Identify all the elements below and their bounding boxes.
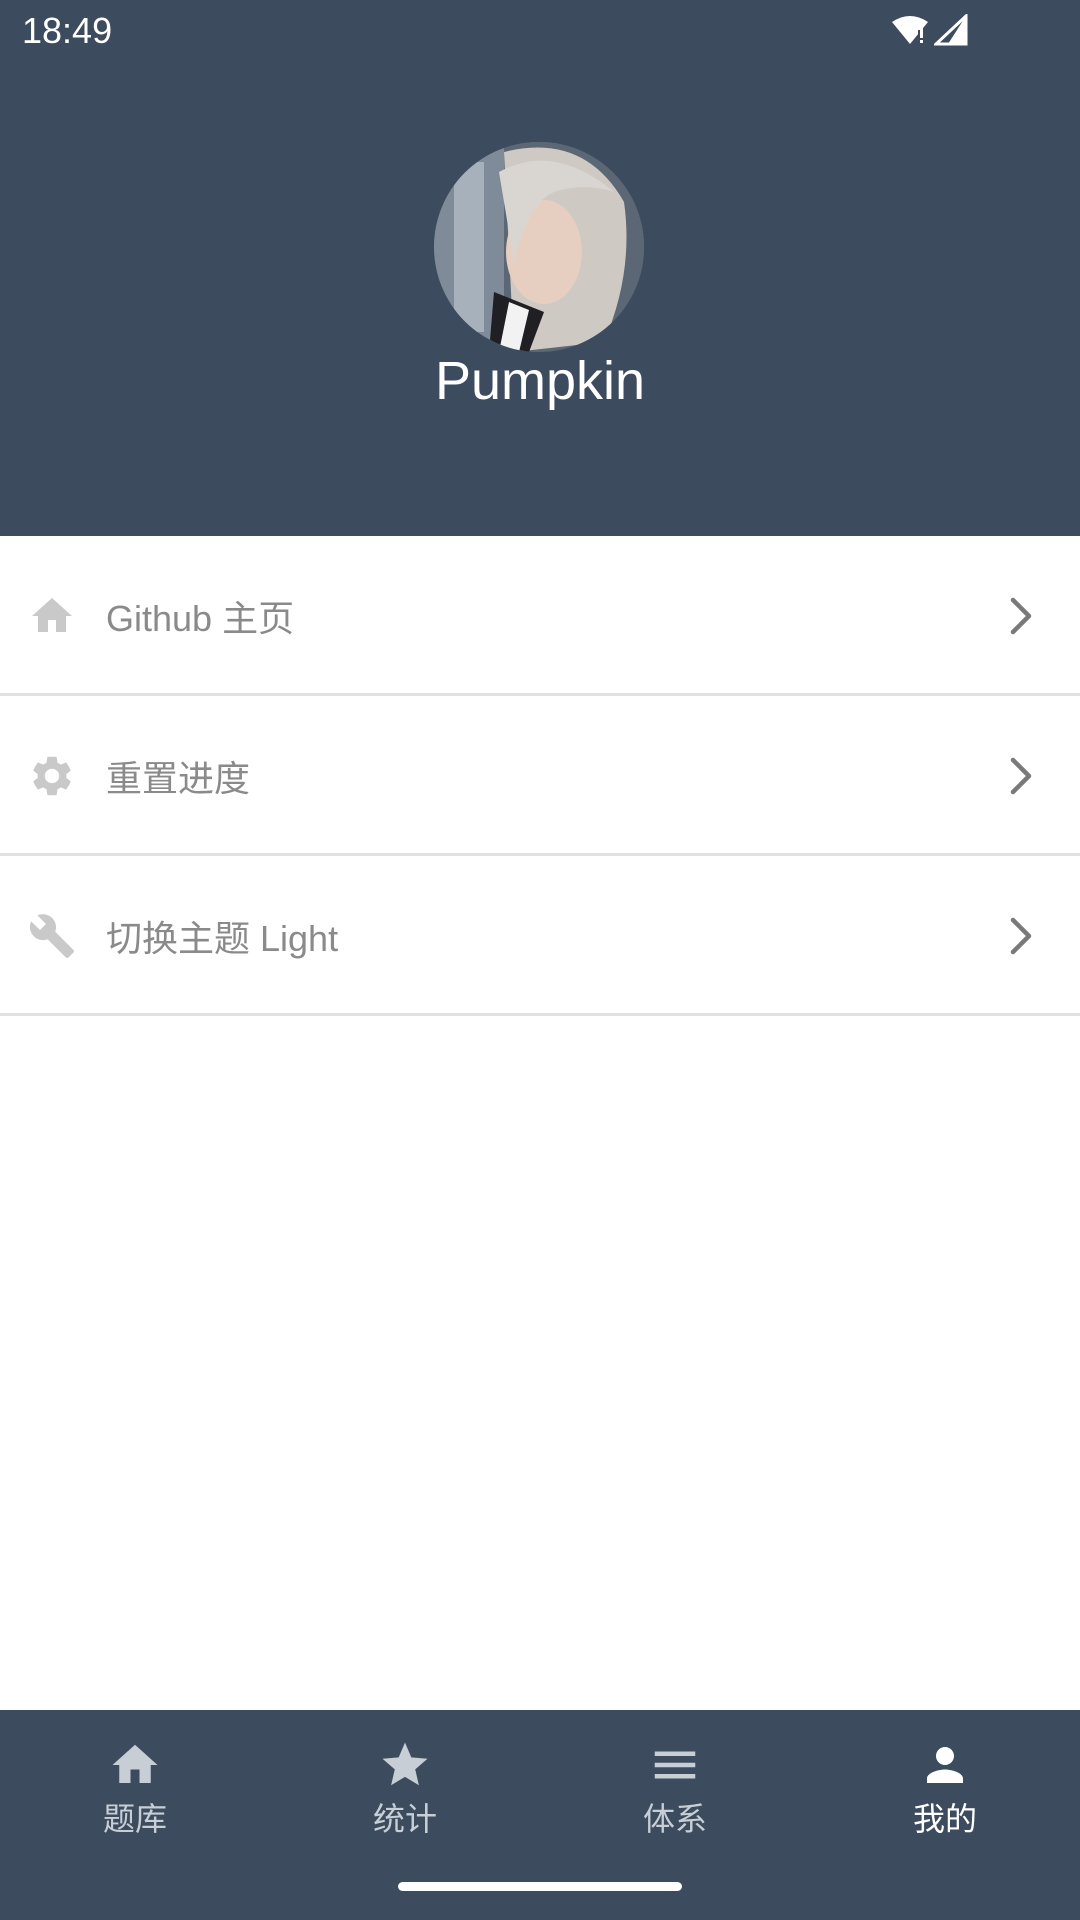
menu-item-label: 切换主题 Light: [106, 918, 339, 959]
menu-item-label: 重置进度: [106, 758, 251, 799]
star-icon: [382, 1742, 428, 1786]
wrench-icon: [28, 912, 76, 960]
menu-item-reset-progress[interactable]: 重置进度: [0, 696, 1080, 856]
nav-tab-mine[interactable]: 我的: [870, 1738, 1020, 1848]
menu-item-label: Github 主页: [106, 598, 295, 639]
nav-tab-system[interactable]: 体系: [600, 1738, 750, 1848]
chevron-right-icon: [1010, 597, 1032, 635]
avatar-image: [434, 142, 644, 352]
chevron-right-icon: [1010, 917, 1032, 955]
nav-tab-label: 体系: [642, 1800, 707, 1838]
nav-tab-question-bank[interactable]: 题库: [60, 1738, 210, 1848]
home-indicator[interactable]: [398, 1882, 682, 1891]
nav-tab-label: 题库: [102, 1800, 167, 1838]
menu-item-github[interactable]: Github 主页: [0, 536, 1080, 696]
status-bar: 18:49: [0, 0, 1080, 64]
settings-menu: Github 主页 重置进度 切换主题 Light: [0, 536, 1080, 1016]
home-icon: [112, 1744, 158, 1783]
chevron-right-icon: [1010, 757, 1032, 795]
wifi-icon: [892, 16, 928, 44]
avatar[interactable]: [434, 142, 644, 352]
nav-tab-label: 我的: [912, 1800, 977, 1838]
profile-header: 18:49 Pumpkin: [0, 0, 1080, 536]
nav-tab-label: 统计: [372, 1800, 437, 1838]
home-icon: [28, 592, 76, 640]
status-time: 18:49: [22, 10, 113, 51]
person-icon: [927, 1747, 963, 1783]
menu-icon: [654, 1751, 696, 1779]
signal-icon: [934, 14, 968, 46]
profile-name: Pumpkin: [434, 351, 646, 411]
gear-icon: [28, 752, 76, 800]
menu-item-switch-theme[interactable]: 切换主题 Light: [0, 856, 1080, 1016]
nav-tab-statistics[interactable]: 统计: [330, 1738, 480, 1848]
